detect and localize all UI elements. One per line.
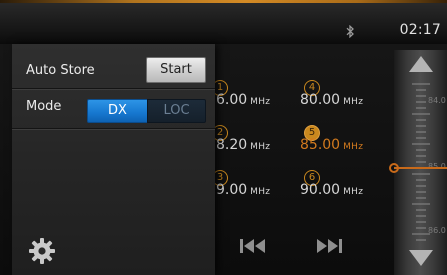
tuner-label: 84.0	[428, 96, 446, 105]
tuner-needle-marker	[389, 163, 399, 173]
seek-forward-button[interactable]	[312, 234, 346, 258]
clock: 02:17	[399, 22, 441, 38]
preset-4[interactable]: 4 80.00 MHz	[300, 80, 386, 118]
preset-frequency: 8.20 MHz	[216, 137, 271, 153]
skip-forward-icon	[317, 239, 342, 253]
panel-divider	[12, 128, 215, 130]
accent-line	[0, 0, 447, 3]
skip-back-icon	[240, 239, 265, 253]
tuner-label: 86.0	[428, 226, 446, 235]
arrow-down-icon[interactable]	[409, 250, 433, 266]
seek-back-button[interactable]	[236, 234, 270, 258]
auto-store-row: Auto Store Start	[12, 44, 215, 83]
preset-frequency: 80.00 MHz	[300, 92, 364, 108]
preset-frequency: 90.00 MHz	[300, 182, 364, 198]
preset-2[interactable]: 2 8.20 MHz	[212, 125, 286, 163]
mode-dx-button[interactable]: DX	[87, 99, 148, 123]
mode-loc-button[interactable]: LOC	[147, 99, 206, 123]
preset-1[interactable]: 1 6.00 MHz	[212, 80, 286, 118]
preset-5[interactable]: 5 85.00 MHz	[300, 125, 386, 163]
preset-3[interactable]: 3 9.00 MHz	[212, 170, 286, 208]
preset-frequency: 9.00 MHz	[216, 182, 271, 198]
bluetooth-icon	[346, 25, 354, 38]
gear-icon	[29, 238, 55, 264]
arrow-up-icon[interactable]	[409, 56, 433, 72]
tuner-scale[interactable]: 84.0 85.0 86.0	[389, 50, 447, 275]
auto-store-start-button[interactable]: Start	[146, 57, 206, 83]
status-bar: 02:17	[0, 0, 447, 44]
preset-6[interactable]: 6 90.00 MHz	[300, 170, 386, 208]
auto-store-label: Auto Store	[26, 63, 95, 78]
mode-label: Mode	[26, 99, 62, 114]
tuner-needle	[394, 167, 447, 169]
preset-frequency: 6.00 MHz	[216, 92, 271, 108]
preset-frequency: 85.00 MHz	[300, 137, 364, 153]
settings-gear-button[interactable]	[28, 237, 56, 265]
radio-screen: 02:17 1 6.00 MHz 2 8.20 MHz 3 9.00 MHz 4 80…	[0, 0, 447, 275]
